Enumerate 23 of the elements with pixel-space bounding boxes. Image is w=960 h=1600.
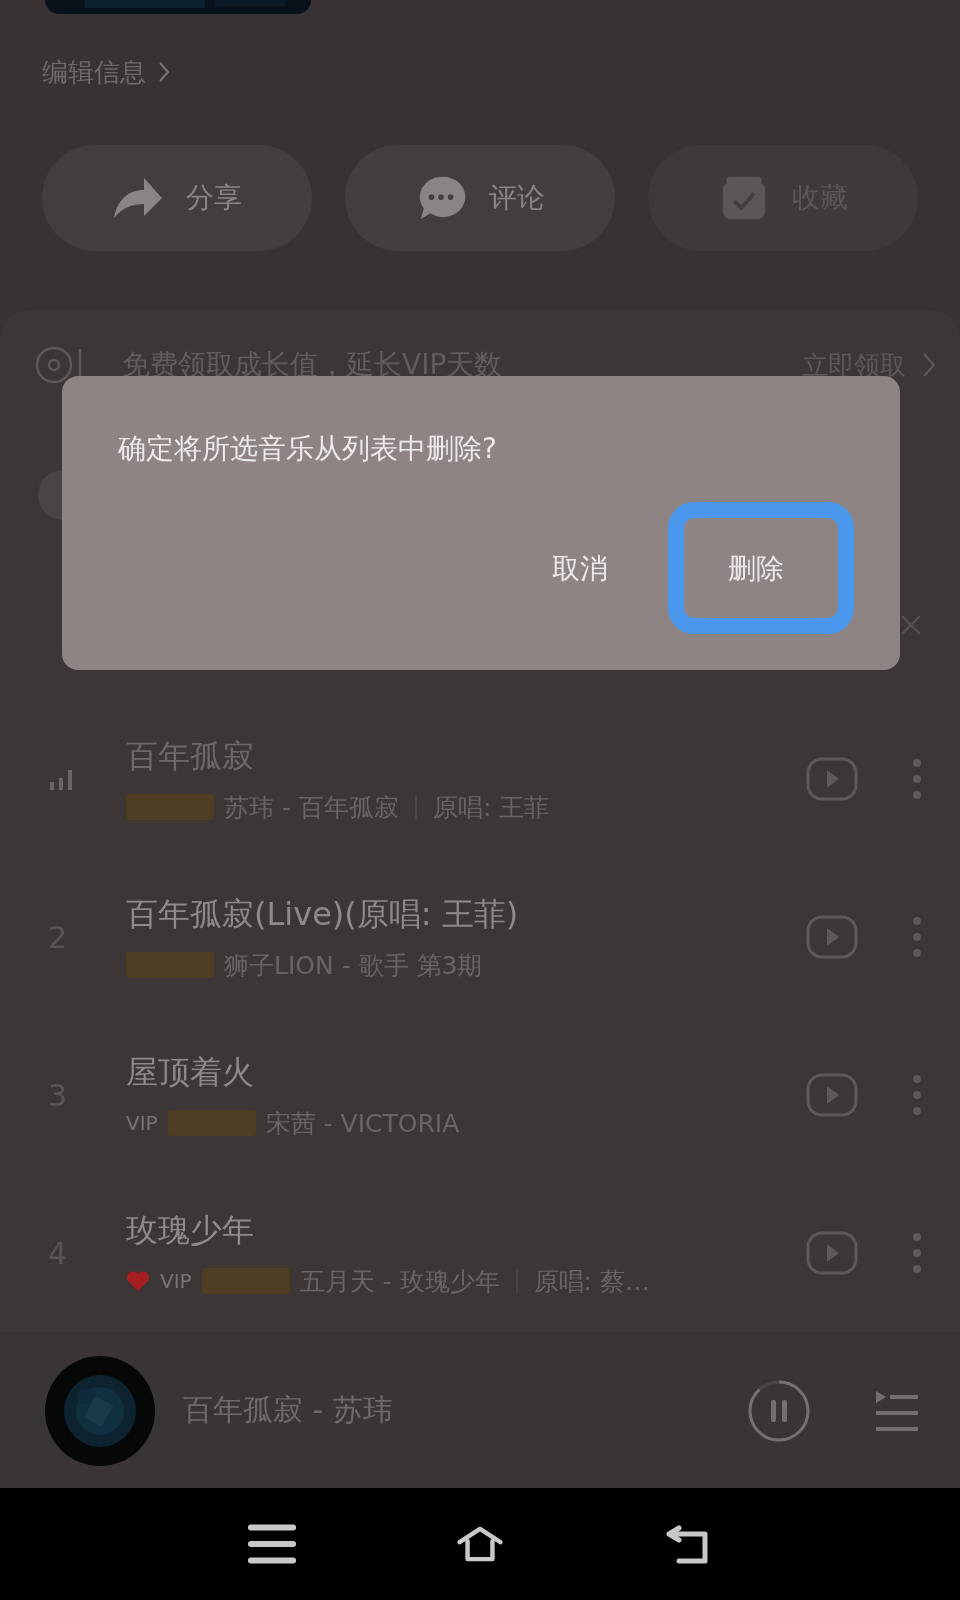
more-icon[interactable] — [912, 1074, 922, 1116]
action-button[interactable]: 评论 — [345, 145, 615, 251]
chevron-icon — [158, 61, 170, 83]
action-button[interactable]: 分享 — [42, 145, 312, 251]
vip-tag: VIP — [126, 1111, 158, 1135]
more-icon[interactable] — [912, 758, 922, 800]
video-play-icon[interactable] — [806, 757, 858, 801]
video-play-icon[interactable] — [806, 915, 858, 959]
song-title[interactable]: 屋顶着火 — [126, 1050, 806, 1095]
menu-icon[interactable] — [248, 1524, 296, 1564]
dialog-button[interactable]: 取消 — [522, 542, 638, 596]
home-icon[interactable] — [456, 1524, 504, 1564]
song-title[interactable]: 玫瑰少年 — [126, 1208, 806, 1253]
song-title[interactable]: 百年孤寂(Live)(原唱: 王菲) — [126, 892, 806, 937]
video-play-icon[interactable] — [806, 1231, 858, 1275]
vip-tag: VIP — [160, 1269, 192, 1293]
dialog-button[interactable]: 删除 — [698, 542, 814, 596]
more-icon[interactable] — [912, 916, 922, 958]
video-play-icon[interactable] — [806, 1073, 858, 1117]
close-icon[interactable] — [900, 614, 922, 636]
chevron-icon — [922, 352, 936, 378]
dialog-message: 确定将所选音乐从列表中删除? — [118, 431, 498, 467]
more-icon[interactable] — [912, 1232, 922, 1274]
